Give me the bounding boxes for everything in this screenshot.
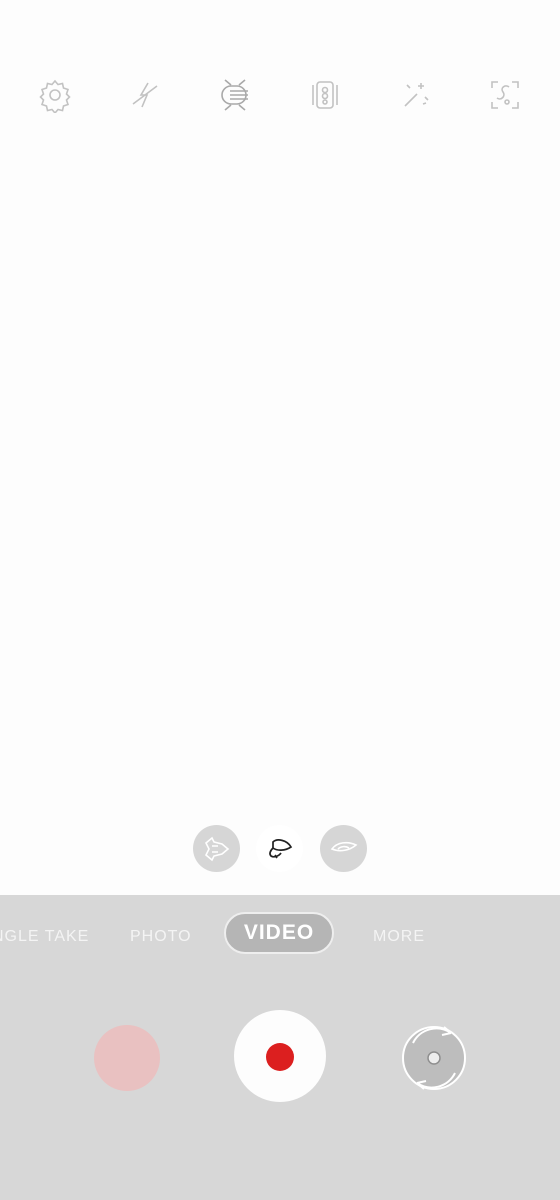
telephoto-lens-icon[interactable]: [320, 825, 367, 872]
mode-more[interactable]: MORE: [373, 928, 425, 946]
gallery-thumbnail[interactable]: [94, 1025, 160, 1091]
video-stabilization-icon[interactable]: [306, 76, 344, 114]
ultra-wide-lens-icon[interactable]: [193, 825, 240, 872]
lens-selector: [0, 825, 560, 873]
mode-video[interactable]: VIDEO: [224, 912, 334, 954]
switch-camera-icon[interactable]: [399, 1019, 469, 1097]
auto-fps-icon[interactable]: [216, 76, 254, 114]
filter-effects-icon[interactable]: [396, 76, 434, 114]
quick-settings-bar: [0, 62, 560, 128]
settings-icon[interactable]: [36, 76, 74, 114]
camera-control-panel: NGLE TAKE PHOTO VIDEO MORE: [0, 895, 560, 1200]
record-dot-icon: [266, 1043, 294, 1071]
record-button[interactable]: [234, 1010, 326, 1102]
mode-single-take[interactable]: NGLE TAKE: [0, 928, 89, 946]
scene-optimizer-icon[interactable]: [486, 76, 524, 114]
wide-lens-icon[interactable]: [256, 825, 303, 872]
flash-off-icon[interactable]: [126, 76, 164, 114]
mode-photo[interactable]: PHOTO: [130, 928, 192, 946]
